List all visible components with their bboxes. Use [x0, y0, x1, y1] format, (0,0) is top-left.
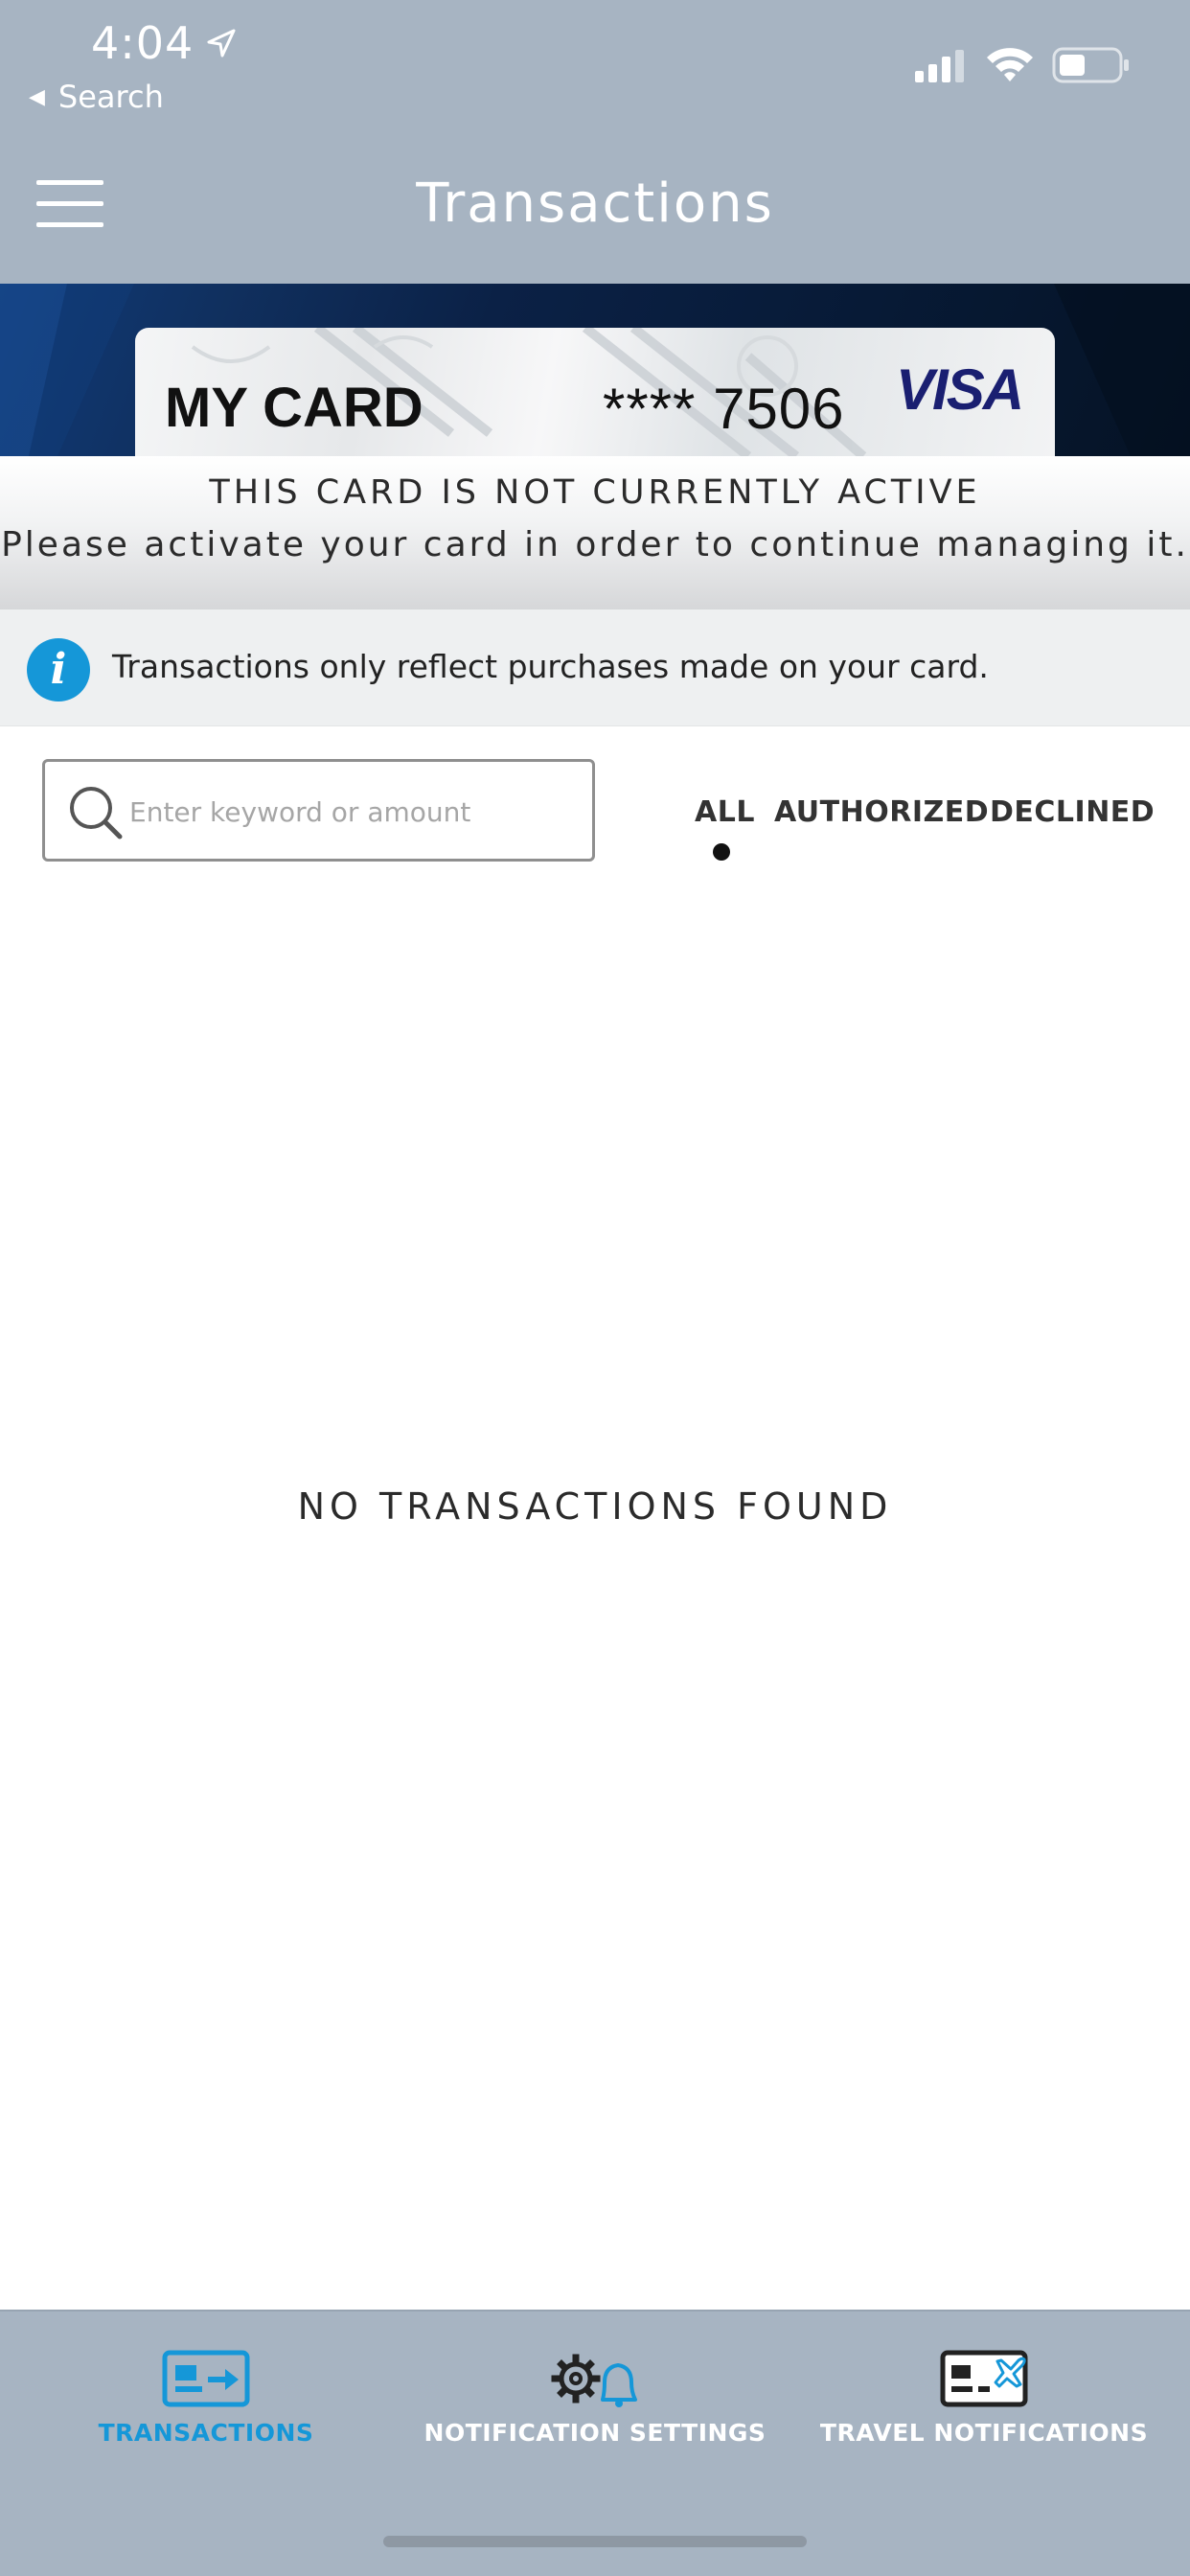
card-transactions-icon — [162, 2350, 250, 2407]
selected-filter-indicator — [713, 843, 730, 861]
search-box[interactable] — [42, 759, 595, 862]
battery-icon — [1052, 47, 1129, 83]
search-icon — [70, 787, 123, 840]
visa-logo: VISA — [896, 357, 1024, 422]
page-title: Transactions — [416, 172, 774, 235]
info-bar: i Transactions only reflect purchases ma… — [0, 610, 1190, 726]
wifi-icon — [987, 48, 1033, 81]
back-to-search-link[interactable]: ◀ Search — [29, 79, 164, 115]
top-bar: 4:04 ◀ Search Transactions — [0, 0, 1190, 284]
filter-authorized-tab[interactable]: AUTHORIZED — [774, 795, 989, 829]
card-image[interactable]: MY CARD **** 7506 VISA — [135, 328, 1055, 456]
info-text: Transactions only reflect purchases made… — [112, 648, 989, 685]
filter-declined-tab[interactable]: DECLINED — [990, 795, 1155, 829]
inactive-message: Please activate your card in order to co… — [1, 525, 1189, 564]
inactive-title: THIS CARD IS NOT CURRENTLY ACTIVE — [209, 473, 981, 512]
card-banner: MY CARD **** 7506 VISA — [0, 284, 1190, 456]
home-indicator[interactable] — [383, 2536, 807, 2547]
tab-travel-notifications-label: TRAVEL NOTIFICATIONS — [819, 2419, 1149, 2447]
tab-transactions[interactable]: TRANSACTIONS — [8, 2312, 404, 2503]
filter-all-tab[interactable]: ALL — [695, 795, 755, 829]
tab-transactions-label: TRANSACTIONS — [98, 2419, 314, 2447]
back-label: Search — [57, 79, 164, 115]
gear-bell-icon — [551, 2354, 637, 2407]
empty-state-message: NO TRANSACTIONS FOUND — [297, 1485, 893, 1528]
info-icon: i — [27, 638, 90, 702]
card-airplane-icon — [940, 2350, 1028, 2407]
search-input[interactable] — [129, 787, 580, 837]
tab-notification-settings[interactable]: NOTIFICATION SETTINGS — [397, 2312, 793, 2503]
card-number: **** 7506 — [603, 377, 845, 441]
status-time: 4:04 — [91, 17, 195, 69]
inactive-card-notice: THIS CARD IS NOT CURRENTLY ACTIVE Please… — [0, 456, 1190, 610]
back-triangle-icon: ◀ — [29, 84, 45, 109]
tab-travel-notifications[interactable]: TRAVEL NOTIFICATIONS — [786, 2312, 1182, 2503]
location-arrow-icon — [207, 29, 236, 58]
card-name: MY CARD — [165, 377, 423, 439]
tab-notification-settings-label: NOTIFICATION SETTINGS — [423, 2419, 767, 2447]
signal-icon — [915, 50, 964, 82]
